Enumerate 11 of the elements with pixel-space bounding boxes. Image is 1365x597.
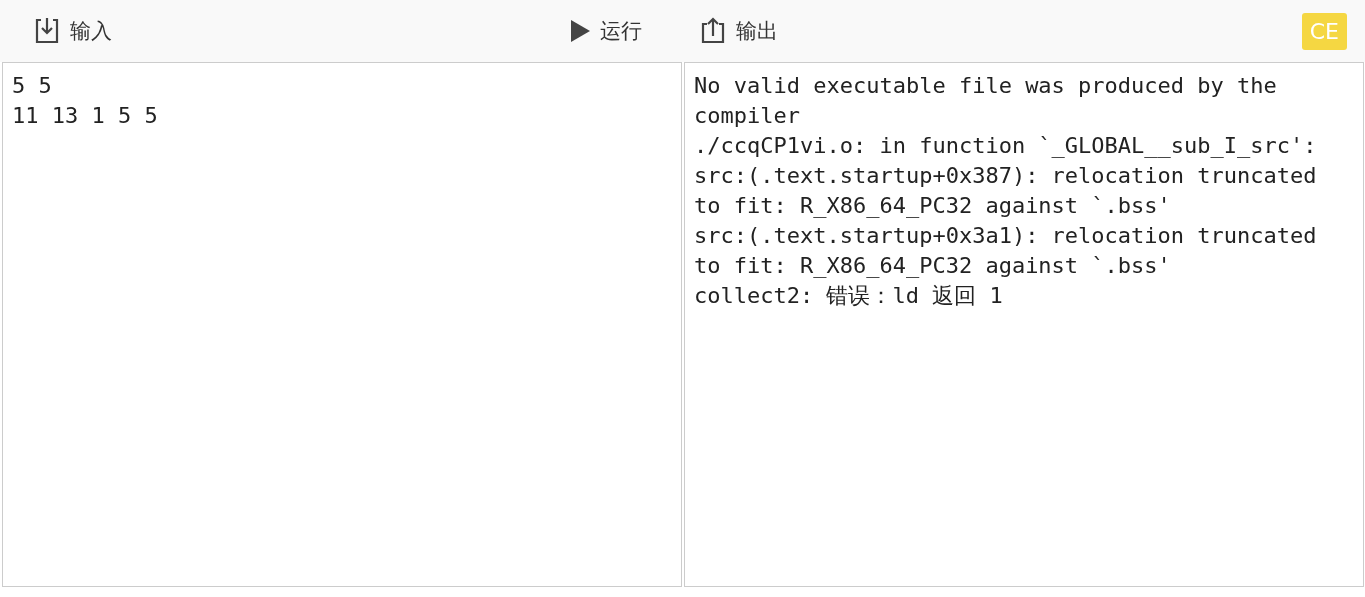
output-line: ./ccqCP1vi.o: in function `_GLOBAL__sub_I_src': <box>694 132 1318 160</box>
play-icon <box>568 18 592 44</box>
status-badge: CE <box>1301 12 1347 50</box>
output-line: collect2: 错误：ld 返回 1 <box>694 282 1004 310</box>
input-line: 11 13 1 5 5 <box>12 102 159 130</box>
output-line: No valid executable file was produced by the compiler <box>694 72 1278 130</box>
output-button[interactable]: 输出 <box>690 12 786 50</box>
input-line: 5 5 <box>12 72 53 100</box>
input-button[interactable]: 输入 <box>24 12 120 50</box>
input-panel[interactable]: 5 5 11 13 1 5 5 <box>2 62 682 587</box>
run-button[interactable]: 运行 <box>560 13 650 49</box>
